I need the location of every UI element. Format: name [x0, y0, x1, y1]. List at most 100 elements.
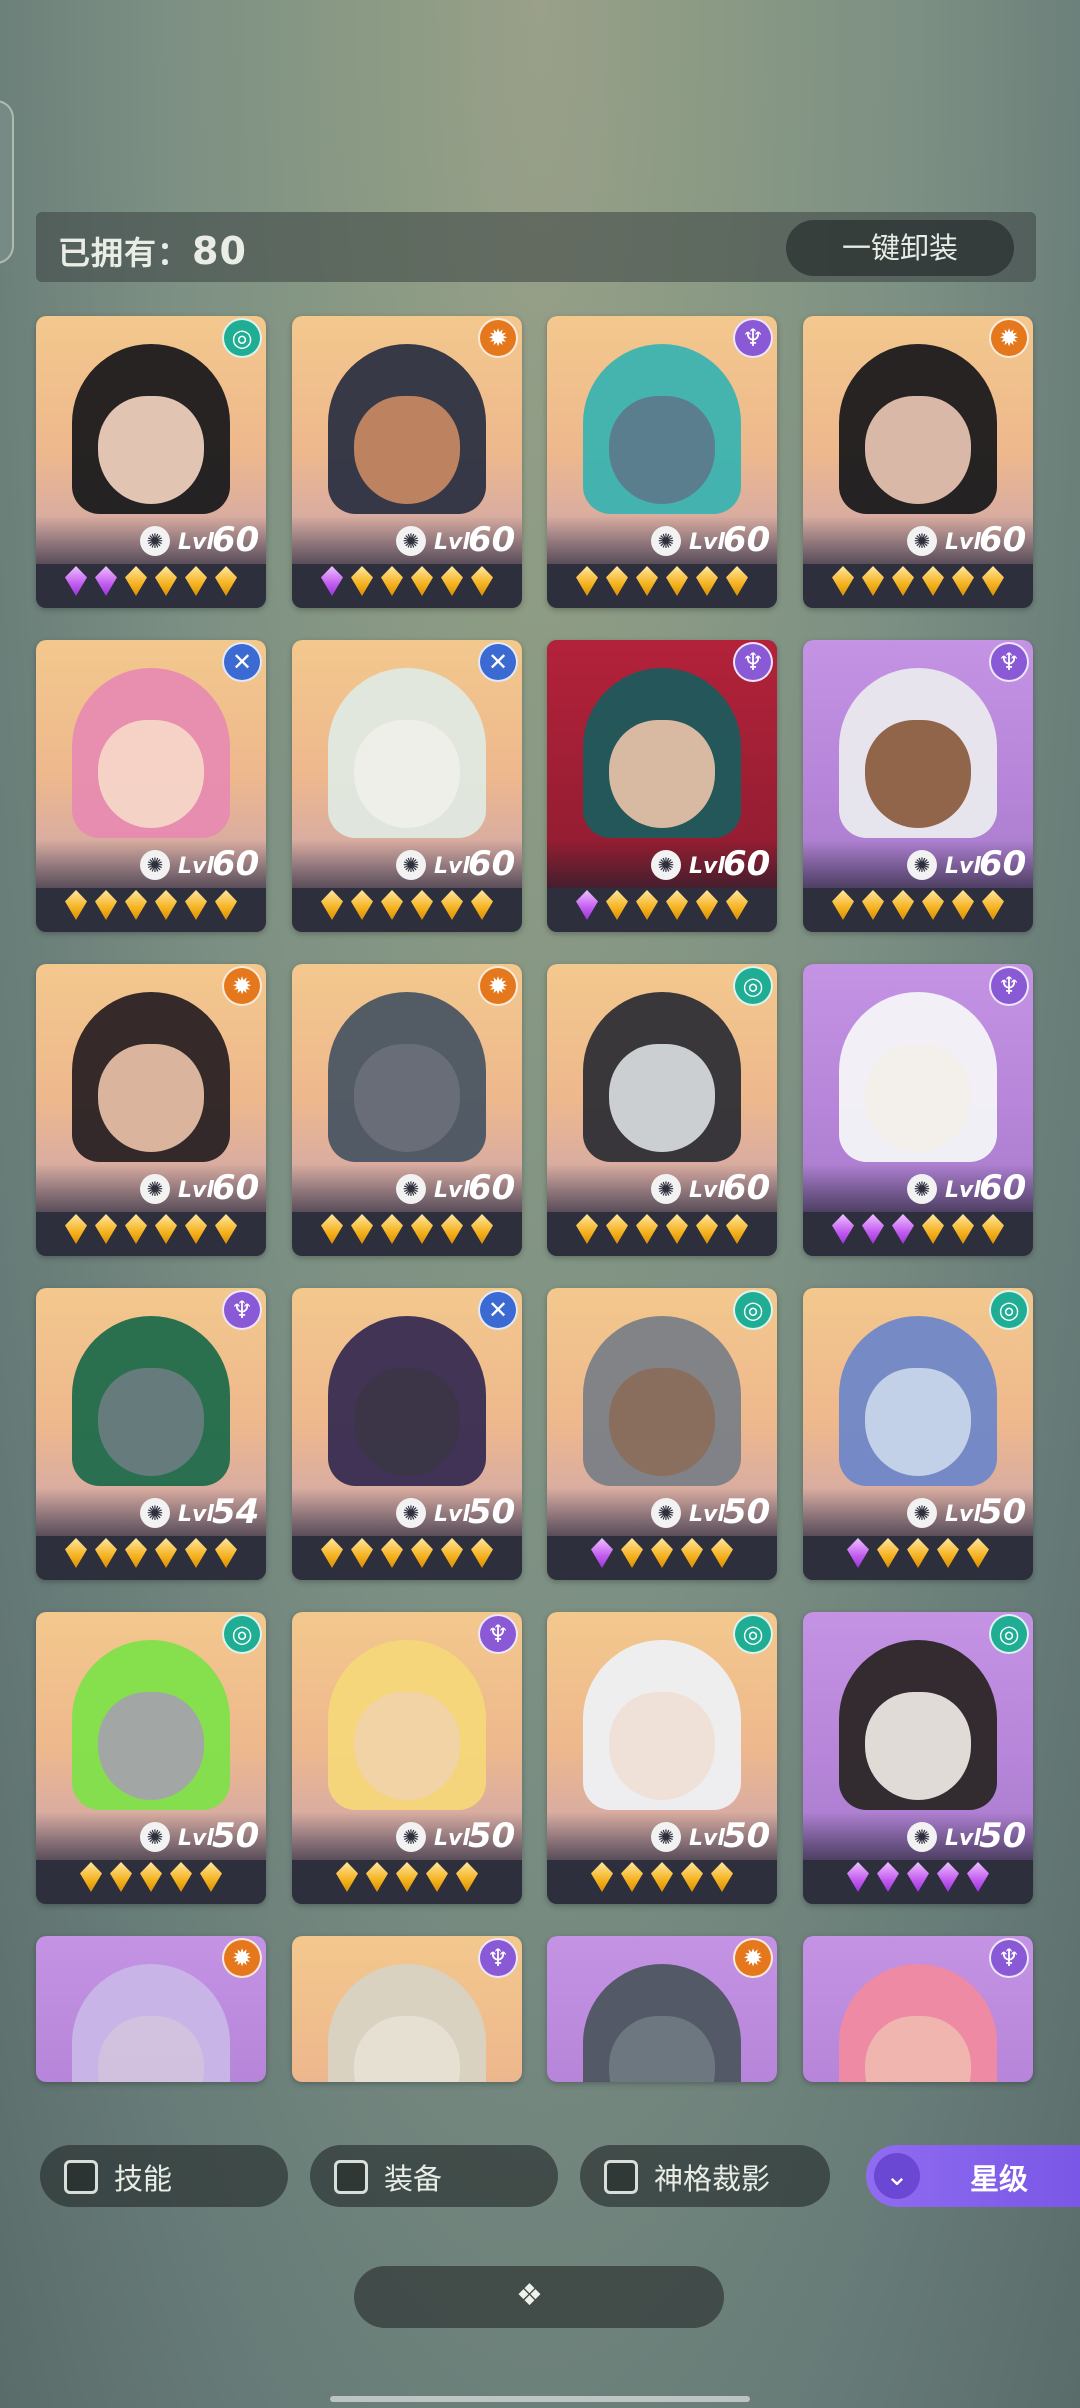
level-value: 60: [468, 1168, 516, 1208]
equipment-gear-icon: ✺: [140, 850, 170, 880]
character-card[interactable]: ◎ ✺ Lvl 50: [803, 1612, 1033, 1904]
gold-star-icon: [471, 890, 493, 920]
character-card[interactable]: ◎ ✺ Lvl 60: [547, 964, 777, 1256]
sun-icon: ✹: [478, 318, 518, 358]
level-label: Lvl: [945, 1178, 981, 1203]
gold-star-icon: [636, 566, 658, 596]
spiral-icon: ◎: [222, 318, 262, 358]
character-card[interactable]: ◎ ✺ Lvl 50: [547, 1612, 777, 1904]
equipment-gear-icon: ✺: [140, 1822, 170, 1852]
level-value: 50: [212, 1816, 260, 1856]
expand-panel-button[interactable]: ❖: [354, 2266, 724, 2328]
gold-star-icon: [696, 890, 718, 920]
level-row: ✺ Lvl 50: [547, 1488, 777, 1536]
divinity-shadow-checkbox[interactable]: [604, 2160, 638, 2194]
character-card[interactable]: ♆ ✺ Lvl 60: [803, 640, 1033, 932]
gold-star-icon: [937, 1538, 959, 1568]
character-face: [98, 1044, 204, 1152]
level-value: 60: [212, 844, 260, 884]
purple-star-icon: [832, 1214, 854, 1244]
star-rating: [292, 1214, 522, 1252]
gold-star-icon: [576, 566, 598, 596]
equipment-gear-icon: ✺: [907, 1498, 937, 1528]
lotus-icon: ♆: [733, 642, 773, 682]
gold-star-icon: [321, 1214, 343, 1244]
level-row: ✺ Lvl 60: [36, 1164, 266, 1212]
level-row: ✺ Lvl 50: [292, 1488, 522, 1536]
gold-star-icon: [952, 890, 974, 920]
character-face: [865, 1368, 971, 1476]
level-row: ✺ Lvl 60: [803, 516, 1033, 564]
skill-checkbox[interactable]: [64, 2160, 98, 2194]
filter-skill[interactable]: 技能: [40, 2145, 288, 2207]
sun-icon: ✹: [733, 1938, 773, 1978]
filter-divinity-shadow[interactable]: 神格裁影: [580, 2145, 830, 2207]
gold-star-icon: [411, 1214, 433, 1244]
sort-label: 星级: [970, 2162, 1029, 2196]
character-card[interactable]: ✹ ✺ Lvl 60: [292, 964, 522, 1256]
level-label: Lvl: [689, 854, 725, 879]
level-label: Lvl: [945, 854, 981, 879]
character-card[interactable]: ♆: [292, 1936, 522, 2082]
home-indicator[interactable]: [330, 2396, 750, 2402]
gold-star-icon: [110, 1862, 132, 1892]
purple-star-icon: [862, 1214, 884, 1244]
character-face: [609, 1692, 715, 1800]
character-card[interactable]: ✕ ✺ Lvl 60: [292, 640, 522, 932]
character-card[interactable]: ✹ ✺ Lvl 60: [36, 964, 266, 1256]
gold-star-icon: [65, 890, 87, 920]
character-card[interactable]: ✕ ✺ Lvl 50: [292, 1288, 522, 1580]
character-card[interactable]: ✹: [547, 1936, 777, 2082]
character-card[interactable]: ♆ ✺ Lvl 60: [803, 964, 1033, 1256]
side-panel-tab[interactable]: [0, 100, 14, 264]
star-rating: [803, 1862, 1033, 1900]
filter-equipment-label: 装备: [384, 2162, 443, 2196]
star-rating: [547, 1214, 777, 1252]
character-face: [609, 1044, 715, 1152]
star-rating: [547, 566, 777, 604]
character-card[interactable]: ✹ ✺ Lvl 60: [292, 316, 522, 608]
level-label: Lvl: [178, 1826, 214, 1851]
gold-star-icon: [666, 890, 688, 920]
character-card[interactable]: ✹ ✺ Lvl 60: [803, 316, 1033, 608]
character-face: [98, 1368, 204, 1476]
gold-star-icon: [696, 1214, 718, 1244]
equipment-gear-icon: ✺: [140, 1174, 170, 1204]
equipment-gear-icon: ✺: [396, 1498, 426, 1528]
character-card[interactable]: ♆ ✺ Lvl 54: [36, 1288, 266, 1580]
star-rating: [36, 1538, 266, 1576]
character-card[interactable]: ✕ ✺ Lvl 60: [36, 640, 266, 932]
character-card[interactable]: ♆: [803, 1936, 1033, 2082]
purple-star-icon: [847, 1862, 869, 1892]
character-face: [354, 1368, 460, 1476]
lotus-icon: ♆: [222, 1290, 262, 1330]
gold-star-icon: [606, 1214, 628, 1244]
character-card[interactable]: ◎ ✺ Lvl 50: [803, 1288, 1033, 1580]
gold-star-icon: [381, 1538, 403, 1568]
sort-by-star-button[interactable]: ⌄ 星级: [866, 2145, 1080, 2207]
gold-star-icon: [65, 1214, 87, 1244]
gold-star-icon: [200, 1862, 222, 1892]
level-label: Lvl: [178, 1178, 214, 1203]
level-row: ✺ Lvl 60: [803, 1164, 1033, 1212]
unequip-all-button[interactable]: 一键卸装: [786, 220, 1014, 276]
character-card[interactable]: ♆ ✺ Lvl 60: [547, 316, 777, 608]
gold-star-icon: [967, 1538, 989, 1568]
level-value: 50: [468, 1492, 516, 1532]
purple-star-icon: [591, 1538, 613, 1568]
character-card[interactable]: ◎ ✺ Lvl 60: [36, 316, 266, 608]
level-row: ✺ Lvl 60: [36, 840, 266, 888]
gold-star-icon: [952, 566, 974, 596]
character-card[interactable]: ◎ ✺ Lvl 50: [547, 1288, 777, 1580]
owned-count-value: 80: [192, 229, 247, 273]
character-card[interactable]: ✹: [36, 1936, 266, 2082]
purple-star-icon: [65, 566, 87, 596]
character-card[interactable]: ◎ ✺ Lvl 50: [36, 1612, 266, 1904]
purple-star-icon: [576, 890, 598, 920]
equipment-checkbox[interactable]: [334, 2160, 368, 2194]
cross-icon: ✕: [478, 1290, 518, 1330]
filter-equipment[interactable]: 装备: [310, 2145, 558, 2207]
character-face: [865, 720, 971, 828]
character-card[interactable]: ♆ ✺ Lvl 60: [547, 640, 777, 932]
character-card[interactable]: ♆ ✺ Lvl 50: [292, 1612, 522, 1904]
